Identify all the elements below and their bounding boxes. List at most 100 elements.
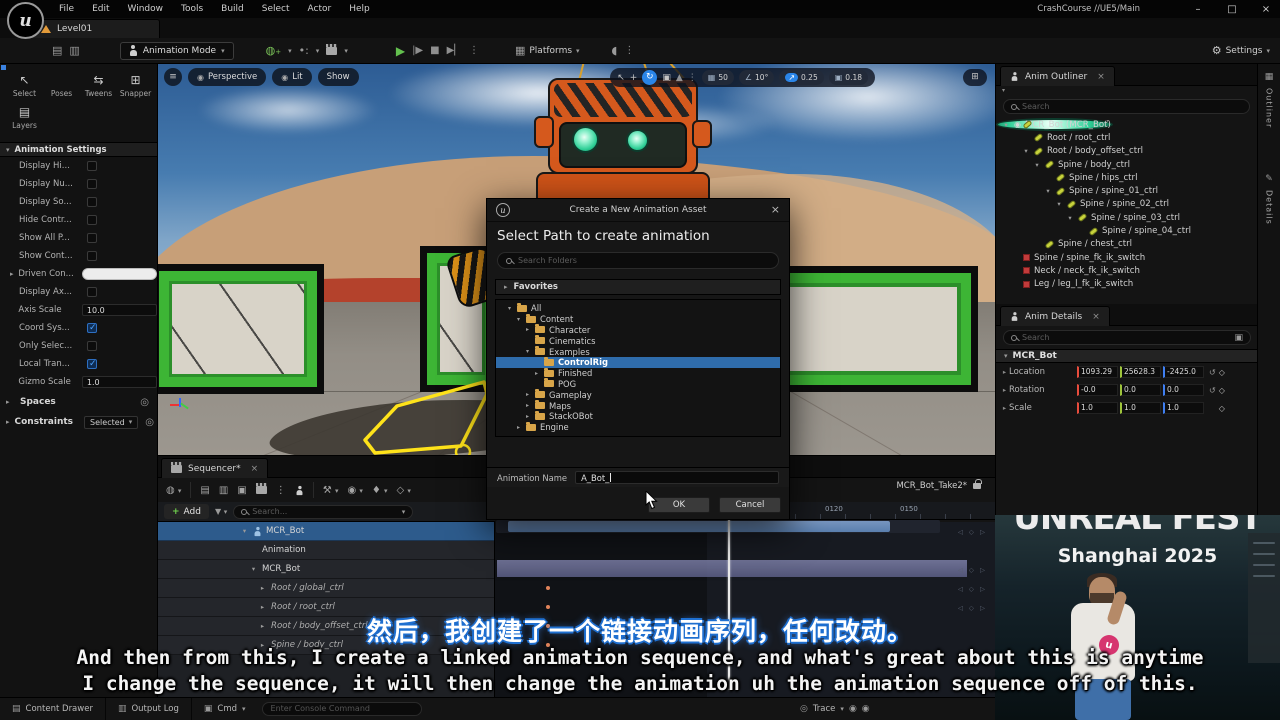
reset-to-default-icon[interactable]: ↺ <box>1209 368 1216 377</box>
stop-button[interactable]: ■ <box>430 45 439 56</box>
save-icon[interactable]: ▤ <box>52 44 62 57</box>
keyframe-dot[interactable] <box>546 586 550 590</box>
expander-arrow[interactable]: ▾ <box>1055 200 1063 208</box>
value-input[interactable] <box>82 268 157 280</box>
camera-speed-control[interactable]: ▣ 0.18 <box>829 70 868 85</box>
maximize-viewport-icon[interactable]: ⊞ <box>963 69 987 86</box>
viewport-menu-icon[interactable]: ≡ <box>164 68 182 86</box>
console-input[interactable]: Enter Console Command <box>262 702 422 716</box>
tool-button[interactable]: Snapper <box>117 72 154 98</box>
platforms-dropdown[interactable]: ▦ Platforms ▾ <box>515 44 580 57</box>
source-control-icon[interactable]: ▥ <box>69 44 79 57</box>
folder-row[interactable]: ▸ Character <box>496 325 780 336</box>
details-settings-icon[interactable]: ▣ <box>1234 333 1243 343</box>
anim-details-tab[interactable]: Anim Details × <box>1000 306 1110 326</box>
x-value-input[interactable]: 1.0 <box>1077 402 1118 414</box>
folder-row[interactable]: ▸ StackOBot <box>496 411 780 422</box>
expander-arrow[interactable]: ▾ <box>249 565 258 573</box>
checkbox[interactable] <box>87 161 97 171</box>
expander-arrow[interactable]: ▸ <box>524 402 531 409</box>
control-tree-row[interactable]: Spine / spine_04_ctrl <box>996 224 1257 237</box>
checkbox[interactable] <box>87 251 97 261</box>
menu-item[interactable]: Actor <box>299 2 341 16</box>
save-sequence-icon[interactable]: ▤ <box>200 485 209 496</box>
quick-settings-icon[interactable]: ◖ <box>612 44 618 57</box>
control-tree-row[interactable]: Spine / chest_ctrl <box>996 238 1257 251</box>
keyframe-nav-icons[interactable]: ◁ ◇ ▷ <box>958 585 987 593</box>
menu-item[interactable]: File <box>50 2 83 16</box>
lock-icon[interactable] <box>973 483 981 489</box>
reset-to-default-icon[interactable]: ↺ <box>1209 386 1216 395</box>
settings-wrench-icon[interactable]: ⚒ ▾ <box>323 485 339 496</box>
expander-arrow[interactable]: ▸ <box>6 418 10 426</box>
x-value-input[interactable]: 1093.29 <box>1077 366 1118 378</box>
expander-arrow[interactable]: ▸ <box>1000 368 1009 376</box>
output-log-button[interactable]: ▥ Output Log <box>106 698 192 720</box>
folder-row[interactable]: POG <box>496 379 780 390</box>
control-tree-row[interactable]: ▾ MCR_Bot (MCR_Bot) <box>996 118 1113 131</box>
control-tree-row[interactable]: ▾ Spine / body_ctrl <box>996 158 1257 171</box>
tool-button[interactable]: Poses <box>43 72 80 98</box>
z-value-input[interactable]: 0.0 <box>1163 384 1204 396</box>
folder-row[interactable]: ▸ Maps <box>496 400 780 411</box>
details-section-header[interactable]: ▾ MCR_Bot <box>996 349 1258 363</box>
value-input[interactable]: 1.0 <box>82 376 157 388</box>
expander-arrow[interactable]: ▸ <box>524 413 531 420</box>
target-icon[interactable]: ◎ <box>140 397 149 408</box>
anim-outliner-tab[interactable]: Anim Outliner × <box>1000 66 1115 86</box>
folder-row[interactable]: ▸ Gameplay <box>496 389 780 400</box>
outliner-icon[interactable]: ▦ <box>1265 72 1274 82</box>
sequencer-tab[interactable]: Sequencer* × <box>161 458 268 478</box>
expander-arrow[interactable]: ▾ <box>1044 187 1052 195</box>
frame-skip-button[interactable]: |▶ <box>412 45 423 56</box>
trace-dropdown[interactable]: ◎ Trace ▾ ◉ ◉ <box>800 704 870 714</box>
checkbox[interactable] <box>87 341 97 351</box>
expander-arrow[interactable]: ▸ <box>6 398 15 406</box>
view-options-icon[interactable]: ◉ ▾ <box>347 485 362 496</box>
add-actor-icon[interactable]: ◍+ <box>266 44 281 57</box>
favorites-section[interactable]: ▸ Favorites <box>495 279 781 295</box>
maximize-button[interactable]: □ <box>1226 4 1238 15</box>
constraints-filter-dropdown[interactable]: Selected ▾ <box>84 416 138 429</box>
keyframe-dot[interactable] <box>546 605 550 609</box>
menu-item[interactable]: Edit <box>83 2 118 16</box>
control-tree-row[interactable]: ▾ Spine / spine_03_ctrl <box>996 211 1257 224</box>
checkbox[interactable] <box>87 233 97 243</box>
expander-arrow[interactable]: ▸ <box>258 603 267 611</box>
outliner-filter-arrow[interactable]: ▾ <box>996 86 1257 95</box>
cinematics-icon[interactable] <box>326 47 337 55</box>
selection-outline[interactable] <box>363 380 491 455</box>
cancel-button[interactable]: Cancel <box>719 497 781 513</box>
move-tool-icon[interactable]: + <box>630 73 638 83</box>
cmd-dropdown[interactable]: ▣ Cmd ▾ <box>192 698 258 720</box>
close-icon[interactable]: × <box>771 203 780 216</box>
checkbox[interactable] <box>87 179 97 189</box>
z-value-input[interactable]: 1.0 <box>1163 402 1204 414</box>
checkbox[interactable] <box>87 287 97 297</box>
target-icon[interactable]: ◎ <box>145 417 154 428</box>
menu-item[interactable]: Tools <box>172 2 212 16</box>
expander-arrow[interactable]: ▸ <box>515 424 522 431</box>
expander-arrow[interactable]: ▾ <box>1002 121 1010 129</box>
expander-arrow[interactable]: ▾ <box>1066 214 1074 222</box>
control-tree-row[interactable]: Root / root_ctrl <box>996 131 1257 144</box>
outliner-search-field[interactable]: Search <box>1003 99 1250 114</box>
menu-item[interactable]: Help <box>340 2 379 16</box>
expander-arrow[interactable]: ▸ <box>1000 386 1009 394</box>
keyframe-nav-icons[interactable]: ◁ ◇ ▷ <box>958 604 987 612</box>
view-mode-dropdown[interactable]: ◉ Lit <box>272 68 311 86</box>
menu-item[interactable]: Select <box>253 2 299 16</box>
close-icon[interactable]: × <box>251 464 259 474</box>
render-movie-icon[interactable] <box>256 486 267 494</box>
keyframe-diamond-icon[interactable]: ◇ <box>1219 386 1225 395</box>
close-button[interactable]: × <box>1260 4 1272 15</box>
expander-arrow[interactable]: ▸ <box>533 370 540 377</box>
expander-arrow[interactable]: ▾ <box>524 348 531 355</box>
expander-arrow[interactable]: ▸ <box>524 326 531 333</box>
blueprints-icon[interactable]: •: <box>299 44 309 57</box>
show-dropdown[interactable]: Show <box>318 68 359 86</box>
control-tree-row[interactable]: Spine / hips_ctrl <box>996 171 1257 184</box>
track-row[interactable]: ▾ MCR_Bot <box>158 522 494 541</box>
z-value-input[interactable]: -2425.0 <box>1163 366 1204 378</box>
animation-name-input[interactable]: A_Bot_ <box>575 471 779 484</box>
